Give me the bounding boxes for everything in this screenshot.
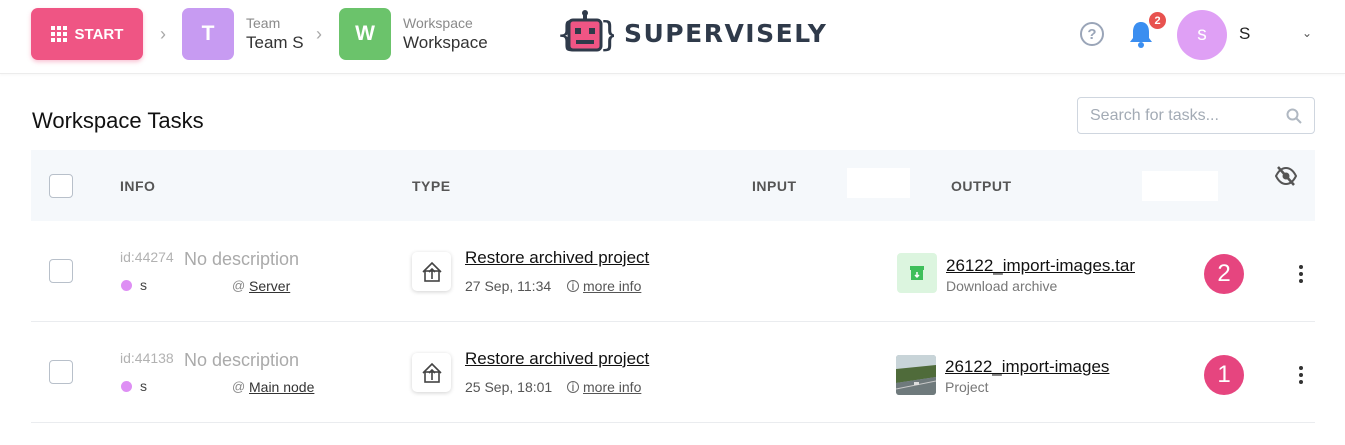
team-avatar: T	[182, 8, 234, 60]
table-header: INFO TYPE INPUT OUTPUT	[31, 150, 1315, 221]
apps-grid-icon	[50, 26, 67, 42]
search-icon	[1286, 108, 1302, 124]
search-input[interactable]	[1090, 106, 1270, 125]
more-info-link[interactable]: more info	[583, 379, 641, 395]
download-archive-icon	[897, 253, 937, 293]
project-thumbnail	[896, 355, 936, 395]
robot-logo-icon: { }	[556, 10, 614, 55]
restore-archive-icon	[412, 353, 451, 392]
breadcrumb-chevron-icon: ›	[316, 24, 322, 44]
more-options-icon[interactable]	[1297, 265, 1305, 283]
column-header-info[interactable]: INFO	[120, 178, 155, 194]
restore-archive-icon	[412, 252, 451, 291]
user-status-dot	[121, 381, 132, 392]
row-checkbox[interactable]	[49, 259, 73, 283]
task-id: id:44274	[120, 249, 174, 265]
workspace-name: Workspace	[403, 32, 488, 52]
select-all-checkbox[interactable]	[49, 174, 73, 198]
output-count-badge: 2	[1204, 254, 1244, 294]
user-avatar[interactable]: s	[1177, 10, 1227, 60]
user-status-dot	[121, 280, 132, 291]
top-bar: START › T Team Team S › W Workspace Work…	[0, 0, 1345, 74]
breadcrumb-workspace[interactable]: W Workspace Workspace	[339, 8, 488, 60]
more-options-icon[interactable]	[1297, 366, 1305, 384]
node-link[interactable]: Main node	[249, 379, 314, 395]
task-description: No description	[184, 249, 300, 269]
task-type-link[interactable]: Restore archived project	[465, 349, 649, 369]
table-row[interactable]: id:44274 No description s @ Server Resto…	[31, 221, 1315, 322]
column-header-type[interactable]: TYPE	[412, 178, 451, 194]
user-name: S	[1239, 24, 1251, 43]
notification-count-badge: 2	[1147, 10, 1168, 31]
at-symbol: @	[232, 278, 246, 293]
logo-text: SUPERVISELY	[624, 18, 828, 48]
output-link[interactable]: 26122_import-images.tar	[946, 256, 1135, 276]
header-blank-block	[847, 168, 910, 198]
start-button[interactable]: START	[31, 8, 143, 60]
help-icon[interactable]: ?	[1080, 22, 1104, 46]
eye-off-icon[interactable]	[1275, 166, 1297, 186]
output-subtitle: Project	[945, 379, 989, 395]
breadcrumb-team[interactable]: T Team Team S	[182, 8, 304, 60]
column-header-output[interactable]: OUTPUT	[951, 178, 1012, 194]
task-user: s	[140, 277, 147, 293]
at-symbol: @	[232, 379, 246, 394]
info-icon: i	[567, 380, 579, 394]
table-row[interactable]: id:44138 No description s @ Main node Re…	[31, 322, 1315, 423]
row-checkbox[interactable]	[49, 360, 73, 384]
workspace-key: Workspace	[403, 14, 473, 31]
task-date: 27 Sep, 11:34	[465, 278, 552, 294]
task-user: s	[140, 378, 147, 394]
task-id: id:44138	[120, 350, 174, 366]
search-box[interactable]	[1077, 97, 1315, 134]
breadcrumb-chevron-icon: ›	[160, 24, 166, 44]
logo[interactable]: { } SUPERVISELY	[556, 10, 827, 56]
workspace-avatar: W	[339, 8, 391, 60]
team-name: Team S	[246, 32, 304, 52]
column-header-input[interactable]: INPUT	[752, 178, 797, 194]
start-button-label: START	[74, 25, 124, 43]
page-title: Workspace Tasks	[32, 108, 204, 133]
output-link[interactable]: 26122_import-images	[945, 357, 1109, 377]
output-subtitle: Download archive	[946, 278, 1058, 294]
task-description: No description	[184, 350, 300, 370]
more-info-link[interactable]: more info	[583, 278, 641, 294]
info-icon: i	[567, 279, 579, 293]
output-count-badge: 1	[1204, 355, 1244, 395]
chevron-down-icon[interactable]: ⌄	[1302, 26, 1312, 40]
task-type-link[interactable]: Restore archived project	[465, 248, 649, 268]
task-date: 25 Sep, 18:01	[465, 379, 553, 395]
header-blank-block	[1142, 171, 1218, 201]
team-key: Team	[246, 14, 281, 31]
node-link[interactable]: Server	[249, 278, 290, 294]
